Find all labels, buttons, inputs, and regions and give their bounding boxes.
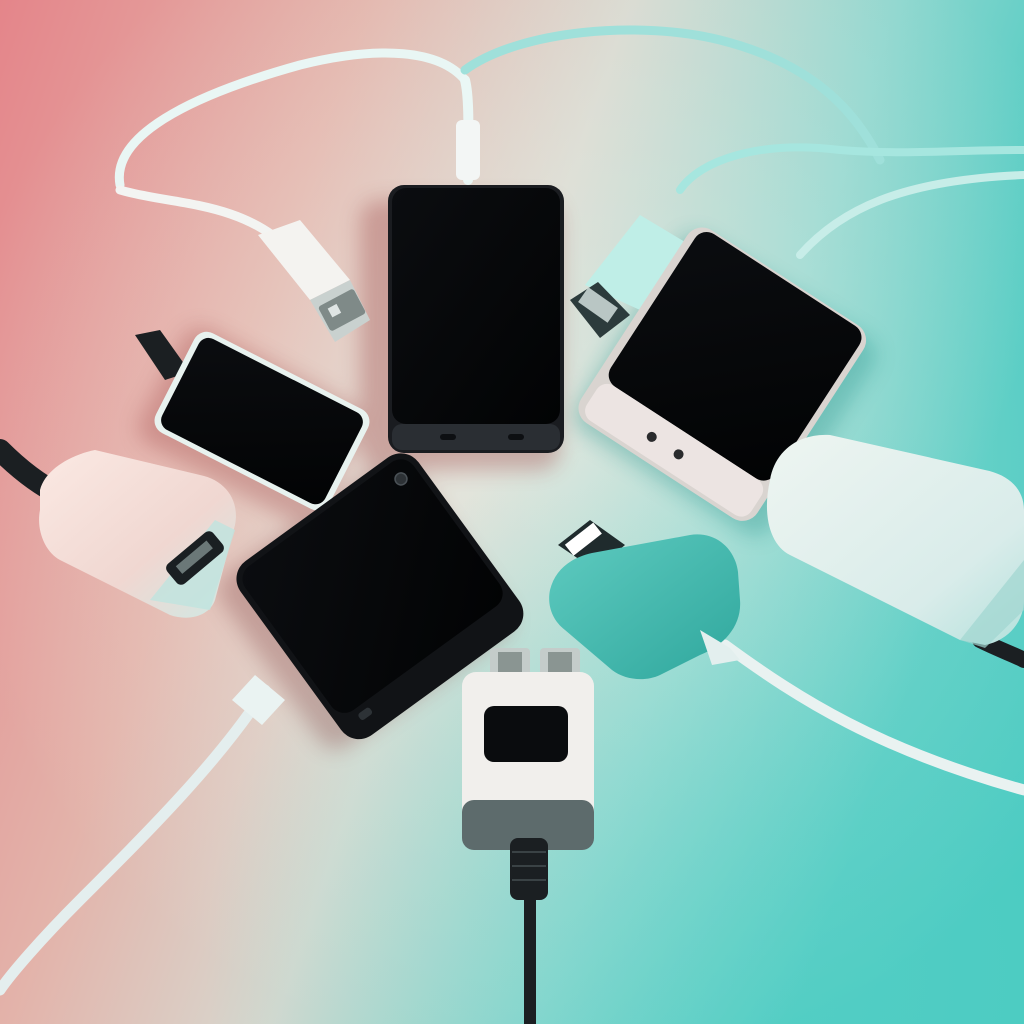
photo-scene (0, 0, 1024, 1024)
phone-center-screen (392, 188, 560, 424)
charger-bottom-center-window (484, 706, 568, 762)
usb-connector-top (456, 120, 480, 180)
phone-center-port-right (508, 434, 524, 440)
phone-center-large (388, 185, 564, 453)
photo-canvas (0, 0, 1024, 1024)
phone-center-port-left (440, 434, 456, 440)
